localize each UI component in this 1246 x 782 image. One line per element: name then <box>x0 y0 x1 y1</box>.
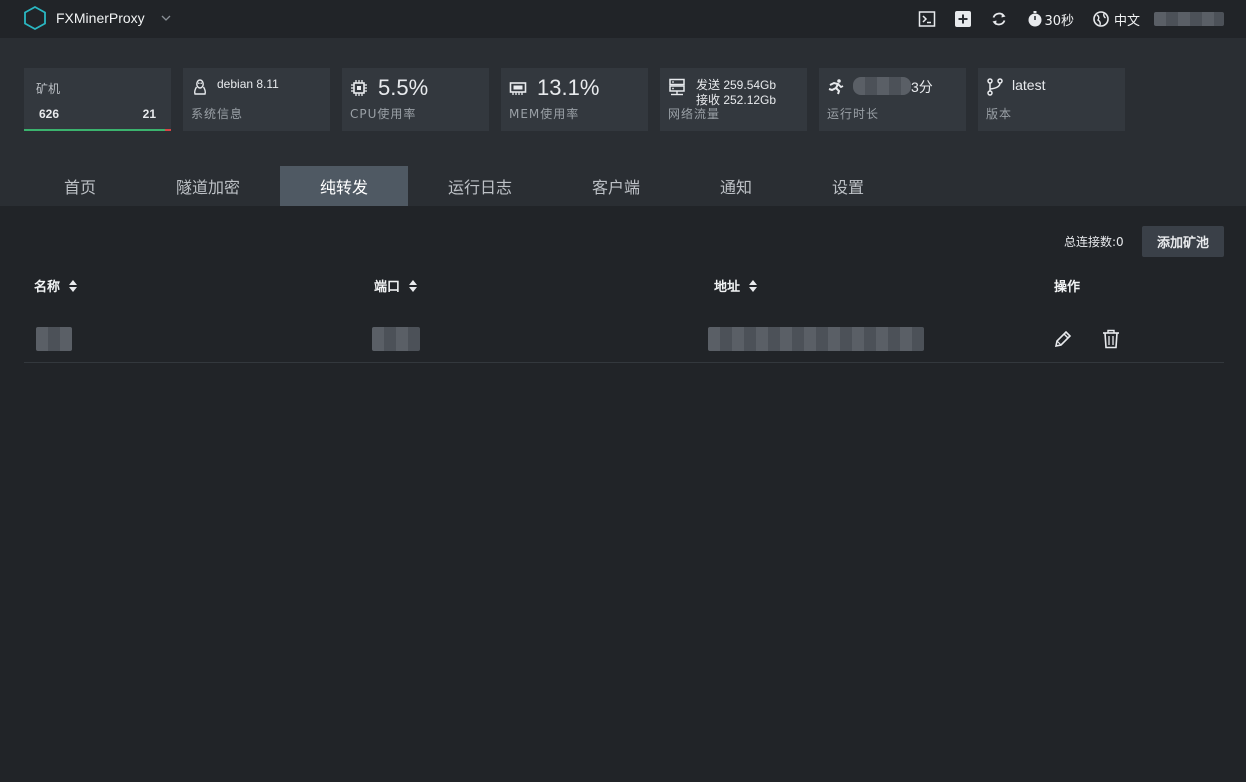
refresh-icon <box>992 12 1006 26</box>
tab-pure-forward[interactable]: 纯转发 <box>280 166 408 206</box>
cpu-chip-icon <box>351 80 367 96</box>
mem-card: 13.1% MEM使用率 <box>501 68 648 131</box>
git-branch-icon <box>987 78 1003 96</box>
miners-card: 矿机 626 21 <box>24 68 171 131</box>
tab-client[interactable]: 客户端 <box>552 166 680 206</box>
stopwatch-icon <box>1028 11 1042 27</box>
refresh-interval-value: 30秒 <box>1044 13 1074 29</box>
running-person-icon <box>828 79 844 95</box>
language-value: 中文 <box>1113 13 1140 29</box>
system-card: debian 8.11 系统信息 <box>183 68 330 131</box>
network-card: 发送 259.54Gb 接收 252.12Gb 网络流量 <box>660 68 807 131</box>
delete-trash-icon[interactable] <box>1100 328 1122 350</box>
tab-run-log[interactable]: 运行日志 <box>408 166 552 206</box>
server-network-icon <box>669 78 685 96</box>
sort-icon <box>69 279 78 292</box>
miners-offline-bar <box>165 129 171 131</box>
mem-value: 13.1% <box>537 75 600 100</box>
plus-square-icon <box>955 11 972 27</box>
language-selector[interactable]: 中文 <box>1092 10 1140 29</box>
row-name-redacted <box>36 327 72 351</box>
row-divider <box>24 362 1224 363</box>
memory-chip-icon <box>509 82 527 95</box>
hexagon-logo-icon <box>24 5 46 31</box>
edit-pencil-icon[interactable] <box>1052 328 1074 350</box>
brand[interactable]: FXMinerProxy <box>22 5 173 31</box>
terminal-button[interactable] <box>918 10 936 28</box>
version-card: latest 版本 <box>978 68 1125 131</box>
tab-home[interactable]: 首页 <box>24 166 136 206</box>
version-label: 版本 <box>986 107 1013 121</box>
mem-label: MEM使用率 <box>509 107 580 121</box>
terminal-icon <box>919 11 936 27</box>
column-header-name[interactable]: 名称 <box>34 276 78 295</box>
column-port-label: 端口 <box>374 280 401 295</box>
miners-online-bar <box>24 129 165 131</box>
globe-icon <box>1093 11 1109 27</box>
tab-notifications[interactable]: 通知 <box>680 166 792 206</box>
total-connections: 总连接数:0 <box>1064 235 1124 249</box>
top-actions: 30秒 中文 <box>918 6 1224 32</box>
uptime-value: 3分 <box>911 79 933 95</box>
chevron-down-icon[interactable] <box>159 11 173 25</box>
row-port-redacted <box>372 327 420 351</box>
user-menu-redacted[interactable] <box>1154 12 1224 26</box>
app-name: FXMinerProxy <box>56 10 145 26</box>
tab-tunnel-encryption[interactable]: 隧道加密 <box>136 166 280 206</box>
column-header-address[interactable]: 地址 <box>714 276 758 295</box>
linux-penguin-icon <box>194 79 206 95</box>
top-bar: FXMinerProxy 30秒 中文 <box>0 0 1246 38</box>
stat-cards: 矿机 626 21 debian 8.11 系统信息 5.5% CPU使用率 1… <box>24 68 1125 131</box>
column-actions-label: 操作 <box>1054 280 1081 295</box>
sort-icon <box>749 279 758 292</box>
system-label: 系统信息 <box>191 107 244 121</box>
add-pool-button[interactable]: 添加矿池 <box>1142 226 1224 257</box>
uptime-label: 运行时长 <box>827 107 880 121</box>
miners-offline-count: 21 <box>142 107 156 121</box>
column-header-actions: 操作 <box>1054 276 1080 295</box>
uptime-card: 3分 运行时长 <box>819 68 966 131</box>
uptime-redacted <box>853 77 911 95</box>
version-value: latest <box>1012 77 1046 93</box>
column-address-label: 地址 <box>714 280 741 295</box>
column-name-label: 名称 <box>34 280 61 295</box>
miners-online-count: 626 <box>39 107 60 121</box>
tab-settings[interactable]: 设置 <box>792 166 904 206</box>
sort-icon <box>409 279 418 292</box>
column-header-port[interactable]: 端口 <box>374 276 418 295</box>
cpu-card: 5.5% CPU使用率 <box>342 68 489 131</box>
refresh-button[interactable] <box>990 10 1008 28</box>
network-label: 网络流量 <box>668 107 721 121</box>
main-tabs: 首页 隧道加密 纯转发 运行日志 客户端 通知 设置 <box>24 166 904 206</box>
system-value: debian 8.11 <box>217 77 279 91</box>
miners-title: 矿机 <box>36 82 61 96</box>
add-button[interactable] <box>954 10 972 28</box>
row-address-redacted <box>708 327 924 351</box>
refresh-interval-selector[interactable]: 30秒 <box>1026 10 1074 29</box>
miners-ratio-bar <box>24 129 171 131</box>
cpu-value: 5.5% <box>378 75 429 100</box>
cpu-label: CPU使用率 <box>350 107 417 121</box>
